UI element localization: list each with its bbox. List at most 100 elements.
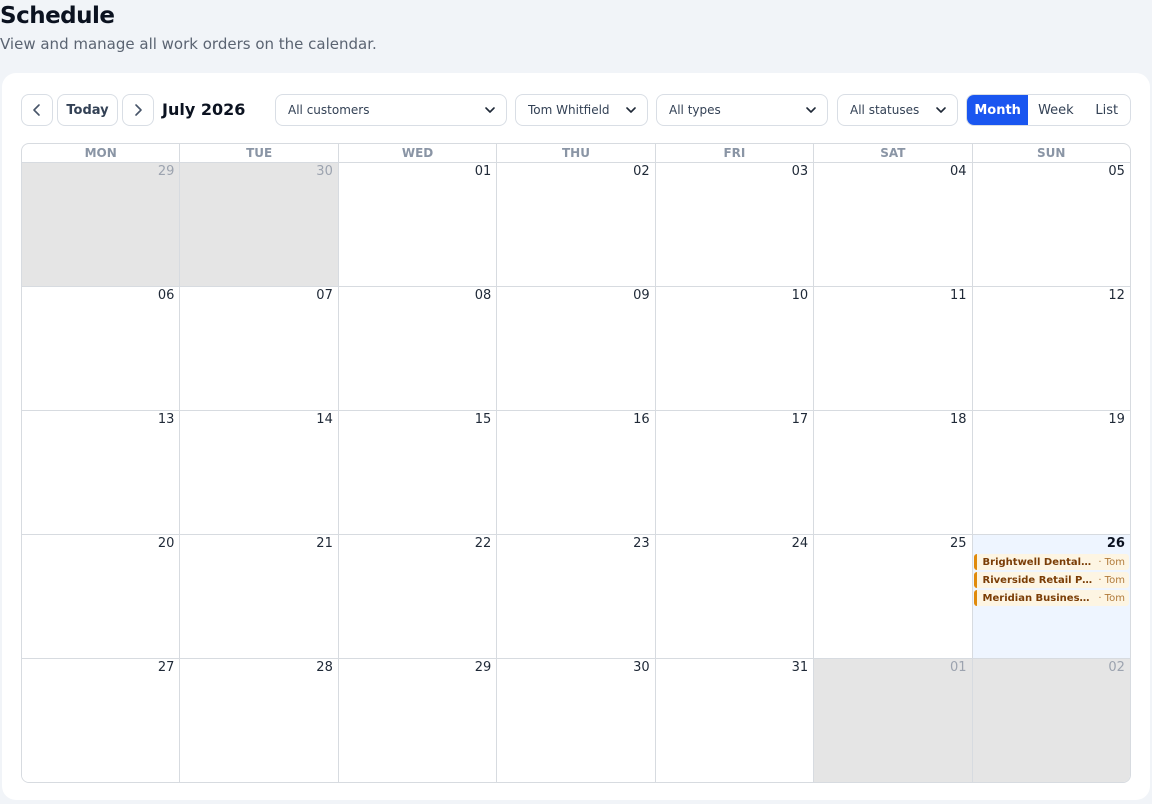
chevron-down-icon <box>485 107 495 113</box>
calendar-day-cell[interactable]: 08 <box>338 287 498 410</box>
weekday-header-fri: FRI <box>656 144 815 162</box>
calendar-day-cell[interactable]: 30 <box>497 659 656 782</box>
calendar-day-cell[interactable]: 15 <box>338 411 498 534</box>
day-number: 30 <box>316 164 333 179</box>
weekday-header-sun: SUN <box>1037 146 1066 160</box>
calendar-day-cell[interactable]: 21 <box>180 535 339 658</box>
calendar-day-cell[interactable]: 30 <box>180 163 339 286</box>
day-number: 02 <box>1108 660 1125 675</box>
calendar-day-cell[interactable]: 16 <box>497 411 656 534</box>
calendar-day-cell[interactable]: 09 <box>497 287 656 410</box>
calendar-day-cell[interactable]: 13 <box>22 411 181 534</box>
day-number: 04 <box>949 164 967 179</box>
day-number: 27 <box>157 660 175 675</box>
calendar-weeks: 29 30 01 02 03 04 05 06 07 08 09 10 11 12 13 14 15 16 17 18… <box>22 163 1130 782</box>
type-filter-value: All types <box>669 103 721 117</box>
calendar-day-cell[interactable]: 17 <box>655 411 815 534</box>
customer-filter-value: All customers <box>288 103 370 117</box>
calendar-day-cell[interactable]: 19 <box>972 411 1130 534</box>
calendar-day-cell[interactable]: 18 <box>814 411 973 534</box>
view-week-button[interactable]: Week <box>1028 95 1083 125</box>
next-month-button[interactable] <box>122 94 154 126</box>
day-number: 19 <box>1108 412 1125 427</box>
day-number: 08 <box>474 288 492 303</box>
calendar-week-row: 27 28 29 30 31 01 02 <box>22 659 1130 782</box>
calendar-day-cell[interactable]: 01 <box>338 163 498 286</box>
calendar-day-cell[interactable]: 28 <box>180 659 339 782</box>
day-number: 24 <box>791 536 809 551</box>
calendar-day-cell[interactable]: 05 <box>972 163 1130 286</box>
month-label: July 2026 <box>162 100 246 119</box>
type-filter-select[interactable]: All types <box>656 94 828 126</box>
day-number: 01 <box>949 660 967 675</box>
calendar-day-cell[interactable]: 29 <box>22 163 181 286</box>
calendar-week-row: 20 21 2223 24 25 26Brightwell Dental Pra...· … <box>22 535 1130 659</box>
calendar-toolbar: Today July 2026 All customers Tom Whitfi… <box>2 73 1150 143</box>
calendar-day-cell[interactable]: 24 <box>655 535 815 658</box>
calendar-day-cell[interactable]: 04 <box>814 163 973 286</box>
calendar-week-row: 13 14 15 16 17 18 19 <box>22 411 1130 535</box>
calendar-day-cell-today[interactable]: 26Brightwell Dental Pra...· TomRiverside… <box>972 535 1130 658</box>
day-number: 03 <box>791 164 809 179</box>
day-number: 15 <box>474 412 492 427</box>
calendar-day-cell[interactable]: 10 <box>655 287 815 410</box>
view-list-button[interactable]: List <box>1084 95 1130 125</box>
day-number: 25 <box>949 536 967 551</box>
day-number: 10 <box>791 288 809 303</box>
calendar-day-cell[interactable]: 01 <box>814 659 973 782</box>
view-month-button[interactable]: Month <box>967 95 1029 125</box>
day-number: 13 <box>157 412 175 427</box>
page-subtitle: View and manage all work orders on the c… <box>0 35 377 53</box>
day-number: 02 <box>633 164 650 179</box>
page-title: Schedule <box>0 3 115 29</box>
work-order-event[interactable]: Riverside Retail Park · Tom <box>973 572 1129 588</box>
day-number: 05 <box>1108 164 1125 179</box>
day-number: 06 <box>157 288 175 303</box>
chevron-down-icon <box>936 107 946 113</box>
calendar-day-cell[interactable]: 03 <box>655 163 815 286</box>
chevron-right-icon <box>135 104 142 116</box>
event-technician: · Tom <box>1098 592 1125 604</box>
calendar-day-cell[interactable]: 25 <box>814 535 973 658</box>
event-title: Meridian Business Ce... <box>982 592 1095 604</box>
calendar-day-cell[interactable]: 22 <box>338 535 498 658</box>
day-number: 14 <box>316 412 333 427</box>
weekday-header-wed: WED <box>339 144 498 162</box>
calendar-day-cell[interactable]: 02 <box>497 163 656 286</box>
work-order-event[interactable]: Brightwell Dental Pra...· Tom <box>973 554 1129 570</box>
calendar-day-cell[interactable]: 31 <box>655 659 815 782</box>
calendar-day-cell[interactable]: 07 <box>180 287 339 410</box>
prev-month-button[interactable] <box>21 94 53 126</box>
day-number: 18 <box>949 412 967 427</box>
status-filter-select[interactable]: All statuses <box>837 94 958 126</box>
day-number: 28 <box>316 660 333 675</box>
event-technician: · Tom <box>1098 556 1125 568</box>
day-number: 07 <box>316 288 333 303</box>
calendar-day-cell[interactable]: 02 <box>972 659 1130 782</box>
calendar-day-cell[interactable]: 06 <box>22 287 181 410</box>
status-filter-value: All statuses <box>850 103 920 117</box>
calendar-day-cell[interactable]: 12 <box>972 287 1130 410</box>
today-button[interactable]: Today <box>57 94 118 126</box>
calendar-day-cell[interactable]: 11 <box>814 287 973 410</box>
schedule-card: Today July 2026 All customers Tom Whitfi… <box>2 73 1150 800</box>
calendar-day-cell[interactable]: 29 <box>338 659 498 782</box>
day-number: 21 <box>316 536 333 551</box>
day-number: 20 <box>157 536 175 551</box>
day-number: 29 <box>474 660 492 675</box>
work-order-event[interactable]: Meridian Business Ce...· Tom <box>973 590 1129 606</box>
customer-filter-select[interactable]: All customers <box>275 94 507 126</box>
event-title: Brightwell Dental Pra... <box>982 556 1095 568</box>
day-number: 31 <box>791 660 809 675</box>
technician-filter-select[interactable]: Tom Whitfield <box>515 94 648 126</box>
chevron-down-icon <box>626 107 636 113</box>
day-number: 16 <box>633 412 650 427</box>
calendar-day-cell[interactable]: 23 <box>497 535 656 658</box>
day-number: 17 <box>791 412 809 427</box>
calendar-day-cell[interactable]: 14 <box>180 411 339 534</box>
calendar-day-cell[interactable]: 27 <box>22 659 181 782</box>
month-calendar: MON TUE WED THU FRI SAT SUN 29 30 01 02 03 04 05 06 07… <box>21 143 1131 783</box>
day-number: 11 <box>949 288 967 303</box>
calendar-day-cell[interactable]: 20 <box>22 535 181 658</box>
weekday-header-sat: SAT <box>814 144 973 162</box>
